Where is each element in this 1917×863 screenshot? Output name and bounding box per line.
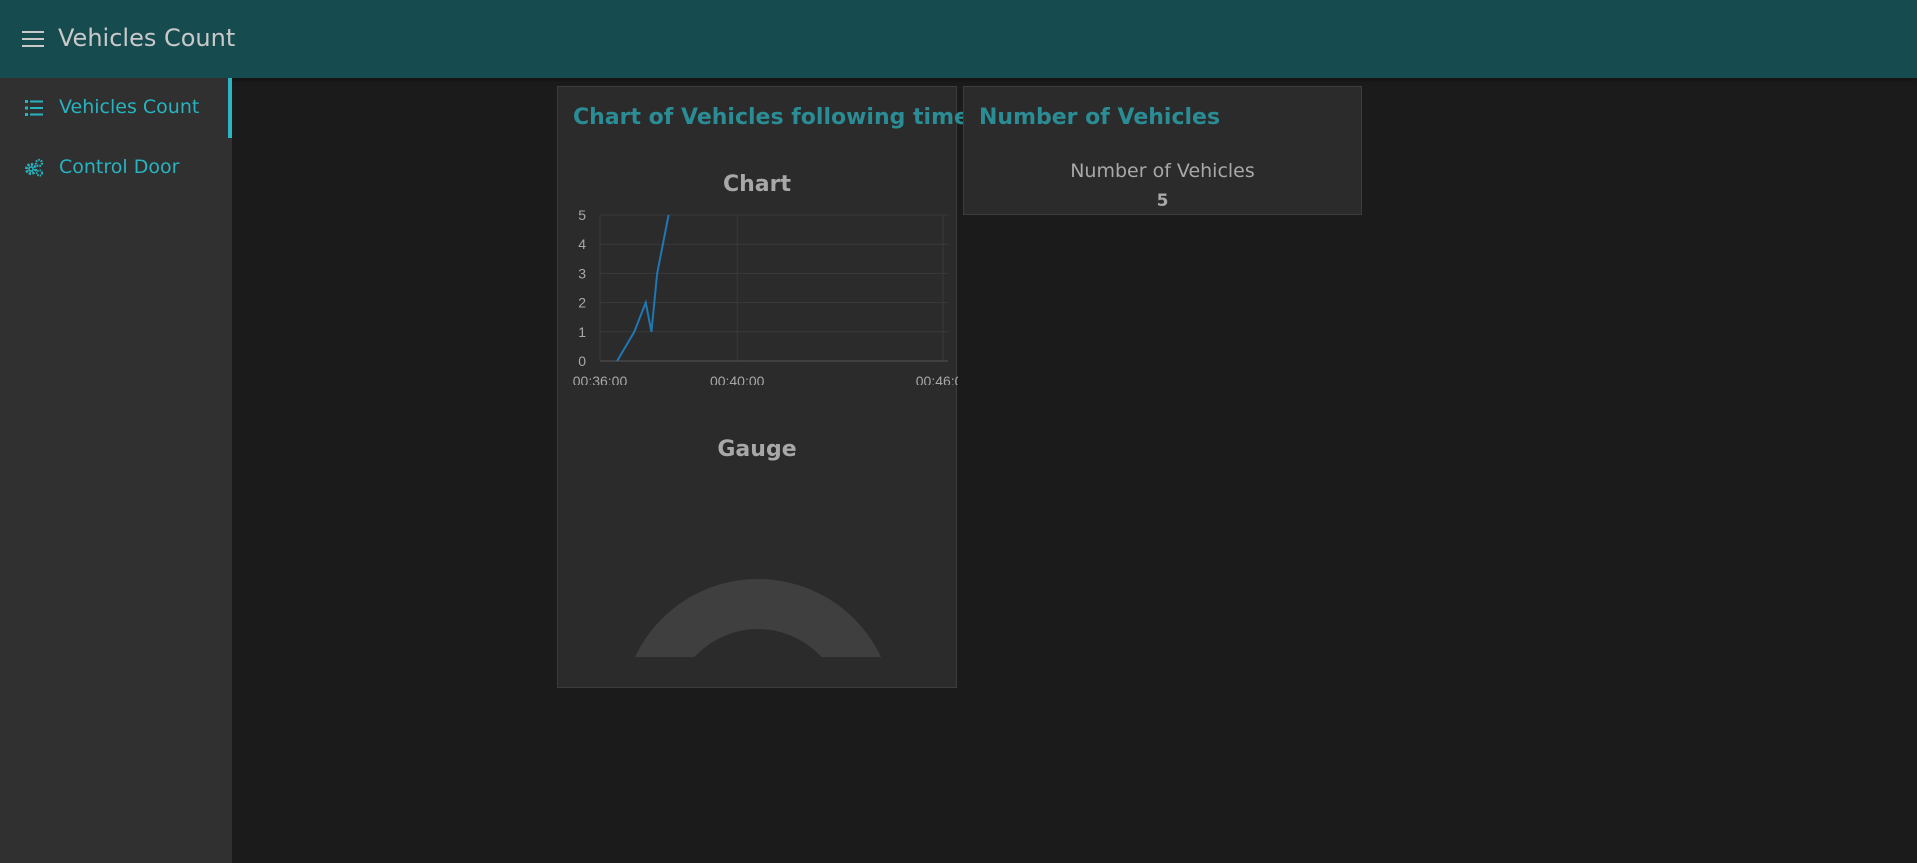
- number-value: 5: [1156, 191, 1169, 211]
- y-tick-label: 1: [578, 324, 586, 340]
- sidebar-item-control-door[interactable]: Control Door: [0, 138, 232, 198]
- chart-card: Chart of Vehicles following time Chart 0…: [557, 86, 969, 688]
- x-tick-label: 00:40:00: [710, 373, 765, 385]
- card-title: Chart of Vehicles following time: [573, 105, 969, 130]
- hamburger-menu-icon[interactable]: [22, 31, 44, 49]
- list-icon: [25, 100, 43, 116]
- number-label: Number of Vehicles: [1070, 160, 1255, 182]
- gauge-track: [635, 579, 881, 657]
- y-tick-label: 2: [578, 295, 586, 311]
- y-tick-label: 3: [578, 265, 586, 281]
- sidebar-item-label: Vehicles Count: [59, 96, 200, 118]
- x-tick-label: 00:46:00: [916, 373, 958, 385]
- number-card: Number of Vehicles Number of Vehicles 5: [963, 86, 1362, 215]
- top-bar: Vehicles Count: [0, 0, 1917, 78]
- line-chart: 0 1 2 3 4 5 00:36:00 00:40:00 00:46:00: [573, 207, 958, 385]
- y-tick-label: 5: [578, 207, 586, 223]
- series-line: [616, 214, 670, 362]
- sidebar-item-vehicles-count[interactable]: Vehicles Count: [0, 78, 232, 138]
- sidebar: Vehicles Count Control Door: [0, 78, 232, 863]
- gears-icon: [25, 158, 44, 177]
- card-title: Number of Vehicles: [979, 105, 1221, 130]
- y-tick-label: 0: [578, 353, 586, 369]
- y-tick-label: 4: [578, 236, 586, 252]
- chart-title: Chart: [722, 172, 792, 197]
- sidebar-item-label: Control Door: [59, 156, 180, 178]
- app-title: Vehicles Count: [58, 24, 236, 52]
- gauge-title: Gauge: [717, 437, 797, 462]
- x-tick-label: 00:36:00: [573, 373, 628, 385]
- gauge: 5 units 0 100: [635, 579, 881, 657]
